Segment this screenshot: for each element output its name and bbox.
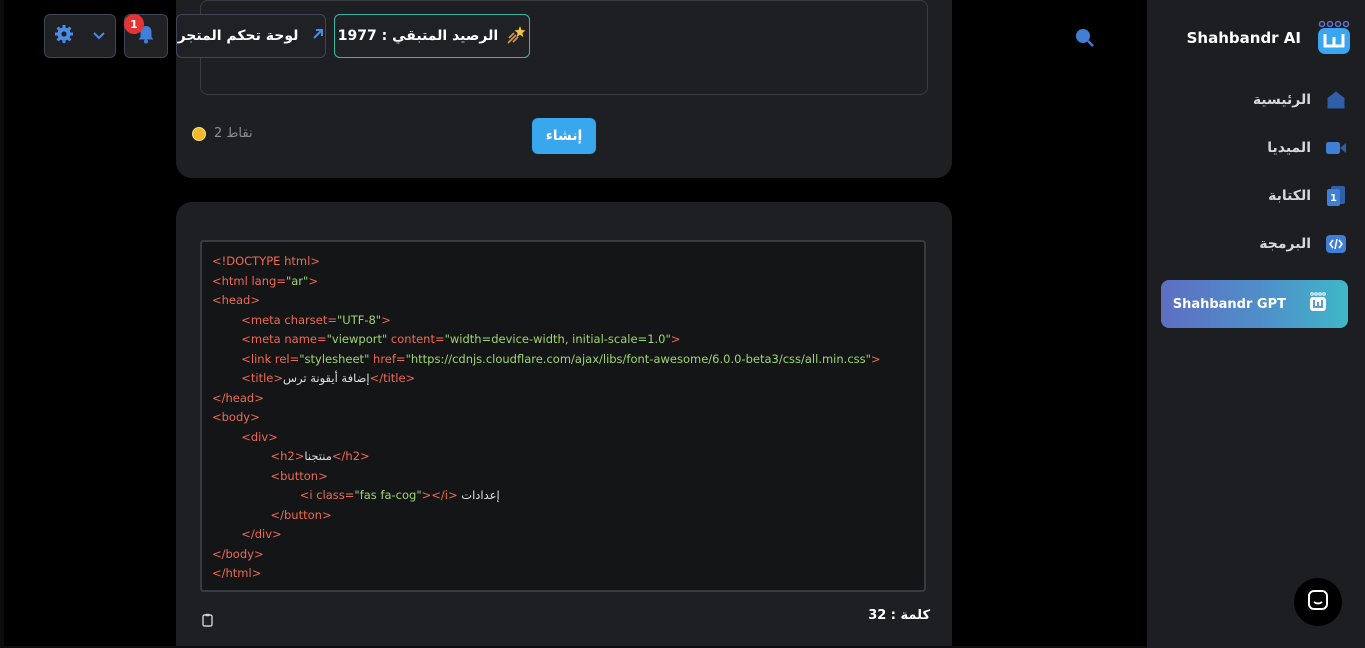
coin-icon	[192, 126, 206, 141]
sidebar-item-programming[interactable]: البرمجة	[1161, 220, 1351, 268]
external-link-icon	[312, 28, 324, 44]
code-line: <link rel="stylesheet" href="https://cdn…	[241, 351, 881, 366]
code-line: <i class="fas fa-cog"></i> إعدادات	[299, 488, 500, 502]
code-line: </body>	[212, 546, 264, 561]
code-line: <!DOCTYPE html>	[212, 254, 320, 268]
code-line: </head>	[212, 390, 264, 405]
brand-logo-icon	[1315, 20, 1353, 56]
sidebar-item-label: الرئيسية	[1252, 92, 1311, 108]
points-label: 2 نقاط	[214, 126, 253, 141]
code-line: <button>	[270, 468, 328, 483]
main-area: إنشاء 2 نقاط 1 لوحة تحكم المتجر الرصيد ا…	[4, 0, 1147, 646]
search-icon[interactable]	[1074, 27, 1096, 49]
result-card: <!DOCTYPE html> <html lang="ar"> <head> <m…	[176, 202, 952, 646]
document-icon: 1	[1325, 185, 1347, 207]
gpt-logo-icon	[1308, 292, 1328, 316]
sidebar-item-home[interactable]: الرئيسية	[1161, 76, 1351, 124]
top-bar: 1 لوحة تحكم المتجر الرصيد المتبقي : 1977	[4, 0, 1147, 76]
gear-icon	[54, 24, 74, 48]
code-line: </div>	[241, 527, 282, 541]
code-line: <meta name="viewport" content="width=dev…	[241, 332, 681, 346]
settings-dropdown-button[interactable]	[44, 14, 116, 58]
code-line: <head>	[212, 293, 260, 307]
code-line: </button>	[270, 507, 332, 522]
sidebar-nav: الرئيسية الميديا الكتابة 1 البرمجة	[1161, 76, 1351, 268]
chevron-down-icon	[92, 27, 106, 46]
code-line: <title>إضافة أيقونة ترس</title>	[241, 371, 416, 385]
chat-icon	[1306, 588, 1330, 616]
create-button[interactable]: إنشاء	[532, 118, 596, 154]
sidebar-item-label: البرمجة	[1259, 236, 1311, 252]
points-cost: 2 نقاط	[192, 126, 253, 141]
balance-label: الرصيد المتبقي : 1977	[337, 28, 499, 44]
word-count: كلمة : 32	[868, 608, 930, 623]
sidebar-item-writing[interactable]: الكتابة 1	[1161, 172, 1351, 220]
notification-badge: 1	[124, 14, 144, 34]
sidebar: Shahbandr AI الرئيسية الميديا الكتابة 1 …	[1147, 0, 1365, 648]
code-line: <html lang="ar">	[212, 273, 318, 288]
sidebar-item-label: الميديا	[1267, 140, 1311, 156]
brand[interactable]: Shahbandr AI	[1187, 20, 1353, 56]
balance-indicator[interactable]: الرصيد المتبقي : 1977	[334, 14, 530, 58]
chat-launcher-button[interactable]	[1294, 578, 1342, 626]
dashboard-label: لوحة تحكم المتجر	[177, 28, 299, 44]
code-line: <body>	[212, 410, 260, 424]
shooting-star-icon	[506, 24, 526, 48]
code-block[interactable]: <!DOCTYPE html> <html lang="ar"> <head> <m…	[200, 240, 926, 592]
copy-icon[interactable]	[202, 612, 214, 627]
store-dashboard-button[interactable]: لوحة تحكم المتجر	[176, 14, 326, 58]
brand-name: Shahbandr AI	[1186, 29, 1301, 47]
sidebar-item-label: الكتابة	[1268, 188, 1311, 204]
svg-text:1: 1	[1330, 193, 1337, 204]
code-line: <h2>منتجنا</h2>	[270, 449, 370, 463]
sidebar-item-media[interactable]: الميديا	[1161, 124, 1351, 172]
code-line: </html>	[212, 566, 262, 580]
code-line: <meta charset="UTF-8">	[241, 312, 391, 327]
video-icon	[1325, 137, 1347, 159]
code-icon	[1325, 233, 1347, 255]
sidebar-item-label: Shahbandr GPT	[1172, 296, 1286, 312]
sidebar-item-shahbandr-gpt[interactable]: Shahbandr GPT	[1161, 280, 1348, 328]
code-line: <div>	[241, 429, 278, 444]
home-icon	[1325, 89, 1347, 111]
